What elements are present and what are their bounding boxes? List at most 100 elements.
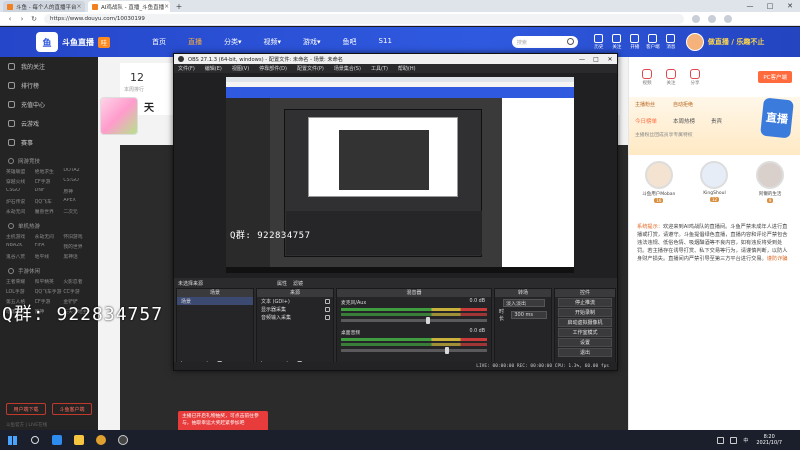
messages-button[interactable]: 消息	[662, 34, 680, 50]
douyu-logo[interactable]: 鱼 斗鱼直播 哇	[36, 30, 146, 54]
taskbar-app[interactable]	[112, 430, 134, 450]
sidebar-category-link[interactable]: NBA2K	[6, 243, 35, 250]
tab-today[interactable]: 今日榜单	[635, 117, 657, 125]
sidebar-category-link[interactable]: QQ飞车手游	[35, 288, 64, 295]
taskbar-app[interactable]	[46, 430, 68, 450]
sidebar-item-recharge[interactable]: 充值中心	[0, 95, 98, 114]
maximize-button[interactable]: □	[760, 0, 780, 12]
ranker-item[interactable]: 阿懒的生活 9	[745, 161, 795, 205]
streamer-avatar[interactable]	[100, 97, 138, 135]
volume-fader[interactable]	[341, 317, 487, 324]
sidebar-category-link[interactable]: 魔兽世界	[35, 208, 64, 215]
sidebar-category-link[interactable]: 火影忍者	[63, 278, 92, 285]
sidebar-item-esports[interactable]: 赛事	[0, 133, 98, 152]
obs-titlebar[interactable]: OBS 27.1.3 (64-bit, windows) - 配置文件: 未命名…	[174, 54, 617, 64]
reload-icon[interactable]: ↻	[28, 15, 40, 23]
sidebar-item-follow[interactable]: 我的关注	[0, 57, 98, 76]
user-client-download-button[interactable]: 用户端下载	[6, 403, 46, 415]
fader-knob[interactable]	[425, 317, 430, 324]
duration-input[interactable]: 300 ms	[511, 311, 547, 319]
sidebar-category-link[interactable]: 和平精英	[35, 278, 64, 285]
sidebar-category-link[interactable]: DNF	[35, 188, 64, 195]
volume-icon[interactable]	[730, 436, 738, 444]
header-promo[interactable]: 做直播 / 乐趣不止	[708, 37, 764, 47]
menu-file[interactable]: 文件(F)	[178, 65, 195, 72]
extensions-icon[interactable]	[708, 14, 716, 23]
site-search-input[interactable]: 搜索	[511, 36, 578, 48]
obs-maximize-button[interactable]: □	[589, 56, 603, 63]
eye-icon[interactable]	[325, 306, 330, 312]
exit-button[interactable]: 退出	[558, 348, 612, 357]
transition-select[interactable]: 淡入淡出	[503, 299, 545, 307]
nav-home[interactable]: 首页	[152, 37, 166, 47]
source-item[interactable]: 文本 (GDI+)	[257, 297, 333, 305]
sidebar-category-link[interactable]: FIFA	[35, 243, 64, 250]
sidebar-category-link[interactable]: 绝地求生	[35, 168, 64, 175]
menu-help[interactable]: 帮助(H)	[398, 65, 416, 72]
sidebar-category-link[interactable]: 永劫无间	[6, 208, 35, 215]
eye-icon[interactable]	[325, 298, 330, 304]
browser-tab-douyu-home[interactable]: 斗鱼 - 每个人的直播平台 ×	[3, 1, 85, 12]
sidebar-category-link[interactable]: 鬼谷八荒	[6, 253, 35, 260]
taskbar-app[interactable]	[90, 430, 112, 450]
sidebar-category-link[interactable]: 我的世界	[63, 243, 92, 250]
back-icon[interactable]: ‹	[4, 15, 16, 23]
scene-item[interactable]: 场景	[177, 297, 253, 305]
sidebar-category-link[interactable]: LOL手游	[6, 288, 35, 295]
search-icon[interactable]	[566, 38, 574, 45]
source-item[interactable]: 显示器采集	[257, 305, 333, 313]
minimize-button[interactable]: —	[740, 0, 760, 12]
virtual-camera-button[interactable]: 启动虚拟摄像机	[558, 318, 612, 327]
new-tab-button[interactable]: +	[174, 2, 184, 12]
sidebar-category-link[interactable]: 英雄联盟	[6, 168, 35, 175]
sidebar-category-link[interactable]: CS:GO	[63, 178, 92, 185]
sidebar-category-link[interactable]: DOTA2	[63, 168, 92, 175]
sidebar-category-link[interactable]: 永劫无间	[35, 233, 64, 240]
douyu-client-button[interactable]: 斗鱼客户端	[52, 403, 92, 415]
nav-live[interactable]: 直播	[188, 37, 202, 47]
ime-indicator[interactable]: 中	[743, 437, 748, 444]
nav-category[interactable]: 分类▾	[224, 37, 242, 47]
obs-preview[interactable]: Q群: 922834757	[174, 73, 617, 278]
client-button[interactable]: 客户端	[644, 34, 662, 50]
start-recording-button[interactable]: 开始录制	[558, 308, 612, 317]
start-button[interactable]	[0, 430, 24, 450]
obs-close-button[interactable]: ✕	[603, 56, 617, 63]
network-icon[interactable]	[717, 436, 725, 444]
sidebar-category-link[interactable]: 炉石传说	[6, 198, 35, 205]
menu-view[interactable]: 视图(V)	[232, 65, 249, 72]
sidebar-category-link[interactable]: 穿越火线	[6, 178, 35, 185]
sidebar-item-rank[interactable]: 排行榜	[0, 76, 98, 95]
obs-minimize-button[interactable]: —	[575, 56, 589, 63]
go-live-button[interactable]: 开播	[626, 34, 644, 50]
ranker-item[interactable]: 斗鱼用户Moban 16	[634, 161, 684, 205]
ranker-item[interactable]: KingShoul 12	[689, 161, 739, 205]
menu-tools[interactable]: 工具(T)	[371, 65, 388, 72]
menu-icon[interactable]	[724, 14, 732, 23]
volume-fader[interactable]	[341, 347, 487, 354]
nav-s11[interactable]: S11	[379, 37, 392, 47]
nav-games[interactable]: 游戏▾	[303, 37, 321, 47]
menu-profile[interactable]: 配置文件(P)	[297, 65, 324, 72]
nav-video[interactable]: 视频▾	[264, 37, 282, 47]
clock[interactable]: 8:20 2021/10/7	[756, 434, 782, 446]
fader-knob[interactable]	[444, 347, 449, 354]
sidebar-category-link[interactable]: 怀旧游戏	[63, 233, 92, 240]
sidebar-category-link[interactable]: 王者荣耀	[6, 278, 35, 285]
close-tab-icon[interactable]: ×	[76, 3, 81, 10]
follow-button[interactable]: 关注	[608, 34, 626, 50]
history-button[interactable]: 历史	[590, 34, 608, 50]
user-avatar[interactable]	[685, 33, 704, 51]
menu-edit[interactable]: 编辑(E)	[205, 65, 222, 72]
url-input[interactable]: https://www.douyu.com/10030199	[44, 13, 684, 24]
studio-mode-button[interactable]: 工作室模式	[558, 328, 612, 337]
tab-week[interactable]: 本周热榜	[673, 117, 695, 125]
profile-icon[interactable]	[692, 14, 700, 23]
nav-fishbar[interactable]: 鱼吧	[343, 37, 357, 47]
sidebar-category-link[interactable]: 主机游戏	[6, 233, 35, 240]
menu-scene-collection[interactable]: 场景集合(S)	[334, 65, 361, 72]
close-window-button[interactable]: ✕	[780, 0, 800, 12]
stop-streaming-button[interactable]: 停止推流	[558, 298, 612, 307]
sidebar-category-link[interactable]: CC手游	[63, 288, 92, 295]
sidebar-category-link[interactable]: 黑神话	[63, 253, 92, 260]
